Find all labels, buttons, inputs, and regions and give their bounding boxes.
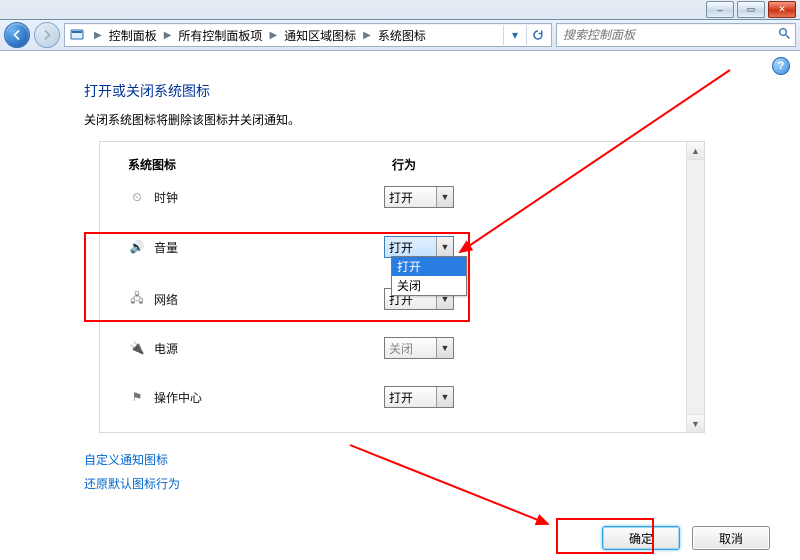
row-volume: 🔊 音量打开▼ [128, 236, 682, 258]
chevron-right-icon: ▶ [264, 30, 282, 41]
behavior-combo-action[interactable]: 打开▼ [384, 386, 454, 408]
refresh-button[interactable] [526, 25, 549, 45]
window-controls: – ▭ ✕ [706, 1, 796, 18]
back-button[interactable] [4, 22, 30, 48]
address-bar[interactable]: ▶ 控制面板 ▶ 所有控制面板项 ▶ 通知区域图标 ▶ 系统图标 ▾ [64, 23, 552, 47]
search-icon [778, 27, 791, 43]
row-label: 网络 [154, 291, 384, 308]
row-label: 时钟 [154, 189, 384, 206]
recent-locations-dropdown[interactable]: ▾ [503, 25, 526, 45]
link-customize-icons[interactable]: 自定义通知图标 [84, 451, 168, 468]
breadcrumb-item[interactable]: 所有控制面板项 [176, 27, 264, 44]
close-button[interactable]: ✕ [768, 1, 796, 18]
window-titlebar: – ▭ ✕ [0, 0, 800, 20]
breadcrumb-item[interactable]: 通知区域图标 [282, 27, 358, 44]
maximize-button[interactable]: ▭ [737, 1, 765, 18]
ok-button[interactable]: 确定 [602, 526, 680, 550]
search-box[interactable] [556, 23, 796, 47]
chevron-down-icon: ▼ [436, 187, 453, 207]
action-icon: ⚑ [128, 390, 146, 404]
navigation-bar: ▶ 控制面板 ▶ 所有控制面板项 ▶ 通知区域图标 ▶ 系统图标 ▾ [0, 20, 800, 51]
row-label: 音量 [154, 239, 384, 256]
scroll-up-button[interactable]: ▲ [687, 142, 704, 160]
page-description: 关闭系统图标将删除该图标并关闭通知。 [84, 111, 300, 128]
row-label: 操作中心 [154, 389, 384, 406]
forward-button[interactable] [34, 22, 60, 48]
chevron-down-icon: ▼ [436, 338, 453, 358]
clock-icon: ⏲ [128, 190, 146, 205]
column-header-behavior: 行为 [392, 156, 416, 173]
network-icon: 🖧 [128, 289, 146, 310]
behavior-dropdown-list[interactable]: 打开 关闭 [391, 256, 467, 296]
chevron-right-icon: ▶ [89, 30, 107, 41]
row-power: 🔌 电源关闭▼ [128, 337, 682, 359]
scroll-down-button[interactable]: ▼ [687, 414, 704, 432]
panel-scrollbar[interactable]: ▲ ▼ [686, 142, 704, 432]
column-header-icon: 系统图标 [128, 156, 176, 173]
chevron-down-icon: ▼ [436, 387, 453, 407]
link-restore-defaults[interactable]: 还原默认图标行为 [84, 475, 180, 492]
dropdown-option-close[interactable]: 关闭 [392, 276, 466, 295]
behavior-combo-volume[interactable]: 打开▼ [384, 236, 454, 258]
content-area: ? 打开或关闭系统图标 关闭系统图标将删除该图标并关闭通知。 系统图标 行为 ⏲… [0, 51, 800, 560]
page-title: 打开或关闭系统图标 [84, 81, 210, 101]
dropdown-option-open[interactable]: 打开 [392, 257, 466, 276]
row-action: ⚑ 操作中心打开▼ [128, 386, 682, 408]
help-icon[interactable]: ? [772, 57, 790, 75]
row-label: 电源 [154, 340, 384, 357]
chevron-right-icon: ▶ [159, 30, 177, 41]
behavior-combo-clock[interactable]: 打开▼ [384, 186, 454, 208]
breadcrumb-item[interactable]: 系统图标 [376, 27, 428, 44]
minimize-button[interactable]: – [706, 1, 734, 18]
chevron-down-icon: ▼ [436, 237, 453, 257]
row-clock: ⏲ 时钟打开▼ [128, 186, 682, 208]
behavior-combo-power: 关闭▼ [384, 337, 454, 359]
system-icons-panel: 系统图标 行为 ⏲时钟打开▼🔊音量打开▼🖧网络打开▼🔌电源关闭▼⚑操作中心打开▼… [99, 141, 705, 433]
search-input[interactable] [561, 27, 774, 43]
control-panel-icon [69, 27, 85, 43]
power-icon: 🔌 [128, 341, 146, 355]
footer-buttons: 确定 取消 [602, 526, 770, 550]
cancel-button[interactable]: 取消 [692, 526, 770, 550]
breadcrumb-item[interactable]: 控制面板 [107, 27, 159, 44]
chevron-right-icon: ▶ [358, 30, 376, 41]
volume-icon: 🔊 [128, 240, 146, 254]
